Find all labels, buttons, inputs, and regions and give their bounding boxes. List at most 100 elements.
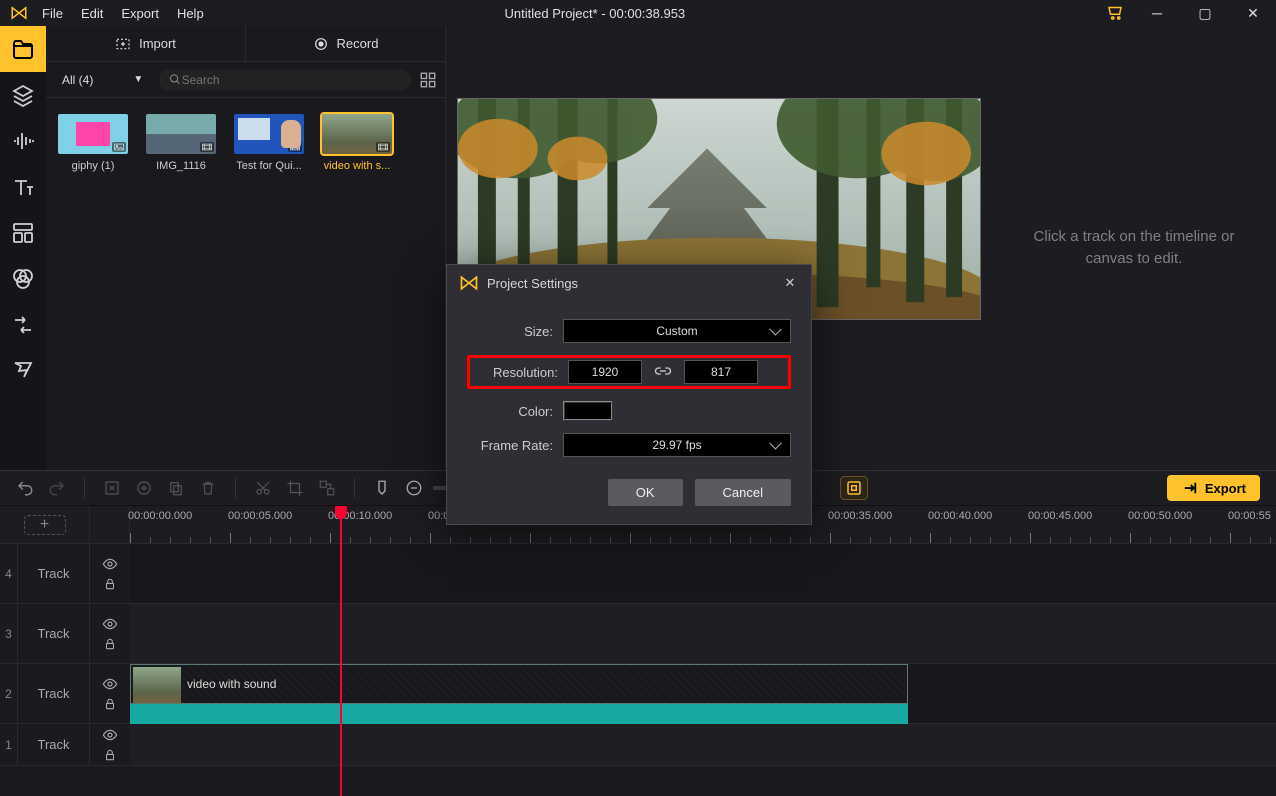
picture-icon — [112, 142, 126, 152]
media-item-label: IMG_1116 — [156, 160, 206, 172]
zoom-out-icon[interactable] — [405, 479, 423, 497]
record-button[interactable]: Record — [246, 26, 445, 61]
add-marker-icon[interactable] — [135, 479, 153, 497]
add-track-button[interactable]: + — [24, 515, 66, 535]
clip-label: video with sound — [187, 677, 276, 691]
dialog-title: Project Settings — [487, 276, 578, 291]
rail-text-icon[interactable] — [0, 164, 46, 210]
framerate-dropdown[interactable]: 29.97 fps — [563, 433, 791, 457]
resolution-label: Resolution: — [472, 365, 558, 380]
cut-icon[interactable] — [254, 479, 272, 497]
link-aspect-icon[interactable] — [652, 364, 674, 381]
ok-button[interactable]: OK — [608, 479, 683, 506]
video-icon — [376, 142, 390, 152]
media-item-videosound[interactable]: video with s... — [322, 114, 392, 172]
rail-audio-icon[interactable] — [0, 118, 46, 164]
hint-text: Click a track on the timeline or canvas … — [1010, 226, 1258, 271]
maximize-button[interactable]: ▢ — [1190, 3, 1220, 23]
media-item-img1116[interactable]: IMG_1116 — [146, 114, 216, 172]
track-row: 4 Track — [0, 544, 1276, 604]
framerate-label: Frame Rate: — [467, 438, 553, 453]
cancel-button[interactable]: Cancel — [695, 479, 791, 506]
project-settings-dialog: Project Settings ✕ Size: Custom Resoluti… — [446, 264, 812, 525]
size-label: Size: — [467, 324, 553, 339]
export-label: Export — [1205, 481, 1246, 496]
track-row: 1 Track — [0, 724, 1276, 766]
undo-icon[interactable] — [16, 479, 34, 497]
visibility-icon[interactable] — [102, 728, 118, 742]
search-input[interactable] — [182, 73, 401, 87]
rail-behaviors-icon[interactable] — [0, 348, 46, 394]
close-button[interactable]: ✕ — [1238, 3, 1268, 23]
timeline-clip-audio[interactable] — [130, 704, 908, 724]
inspector-hint: Click a track on the timeline or canvas … — [992, 26, 1276, 470]
lock-icon[interactable] — [102, 697, 118, 711]
lock-icon[interactable] — [102, 577, 118, 591]
lock-icon[interactable] — [102, 748, 118, 762]
track-label: Track — [18, 604, 90, 663]
crop-icon[interactable] — [286, 479, 304, 497]
app-logo-icon — [8, 2, 30, 24]
copy-icon[interactable] — [167, 479, 185, 497]
delete-icon[interactable] — [199, 479, 217, 497]
color-label: Color: — [467, 404, 553, 419]
visibility-icon[interactable] — [102, 557, 118, 571]
minimize-button[interactable]: ─ — [1142, 3, 1172, 23]
timeline-clip[interactable]: video with sound — [130, 664, 908, 704]
rail-filters-icon[interactable] — [0, 256, 46, 302]
cart-icon[interactable] — [1106, 3, 1124, 24]
video-icon — [288, 142, 302, 152]
rail-media[interactable] — [0, 26, 46, 72]
resolution-height-input[interactable]: 817 — [684, 360, 758, 384]
timeline: + 00:00:00.00000:00:05.00000:00:10.00000… — [0, 506, 1276, 796]
export-icon — [1181, 479, 1199, 497]
media-item-label: giphy (1) — [72, 160, 115, 172]
title-bar: File Edit Export Help Untitled Project* … — [0, 0, 1276, 26]
track-label: Track — [18, 664, 90, 723]
filter-label: All (4) — [62, 73, 93, 87]
track-number: 1 — [0, 724, 18, 765]
tool-rail — [0, 26, 46, 470]
rail-layers-icon[interactable] — [0, 72, 46, 118]
record-label: Record — [337, 36, 379, 51]
lock-icon[interactable] — [102, 637, 118, 651]
search-icon — [169, 73, 181, 86]
background-color-swatch[interactable] — [563, 401, 613, 421]
import-button[interactable]: Import — [46, 26, 246, 61]
media-item-giphy[interactable]: giphy (1) — [58, 114, 128, 172]
project-settings-button[interactable] — [840, 476, 868, 500]
dialog-close-button[interactable]: ✕ — [781, 275, 799, 291]
media-item-label: video with s... — [324, 160, 391, 172]
resolution-width-input[interactable]: 1920 — [568, 360, 642, 384]
rail-templates-icon[interactable] — [0, 210, 46, 256]
group-icon[interactable] — [318, 479, 336, 497]
playhead[interactable] — [340, 506, 342, 796]
import-label: Import — [139, 36, 176, 51]
visibility-icon[interactable] — [102, 617, 118, 631]
grid-view-icon[interactable] — [419, 71, 437, 89]
video-icon — [200, 142, 214, 152]
track-row: 3 Track — [0, 604, 1276, 664]
mark-in-icon[interactable] — [103, 479, 121, 497]
window-title: Untitled Project* - 00:00:38.953 — [84, 6, 1106, 21]
media-filter-dropdown[interactable]: All (4) ▼ — [54, 71, 151, 89]
marker-icon[interactable] — [373, 479, 391, 497]
media-item-label: Test for Qui... — [236, 160, 301, 172]
size-dropdown[interactable]: Custom — [563, 319, 791, 343]
track-label: Track — [18, 544, 90, 603]
track-number: 4 — [0, 544, 18, 603]
track-number: 2 — [0, 664, 18, 723]
menu-file[interactable]: File — [42, 6, 63, 21]
redo-icon[interactable] — [48, 479, 66, 497]
track-label: Track — [18, 724, 90, 765]
rail-transitions-icon[interactable] — [0, 302, 46, 348]
export-button[interactable]: Export — [1167, 475, 1260, 501]
track-row: 2 Track video with sound — [0, 664, 1276, 724]
media-panel: Import Record All (4) ▼ giphy (1) — [46, 26, 446, 470]
media-search[interactable] — [159, 69, 411, 91]
clip-thumbnail — [133, 667, 181, 703]
app-logo-icon — [459, 273, 479, 293]
visibility-icon[interactable] — [102, 677, 118, 691]
track-number: 3 — [0, 604, 18, 663]
media-item-testquiz[interactable]: Test for Qui... — [234, 114, 304, 172]
